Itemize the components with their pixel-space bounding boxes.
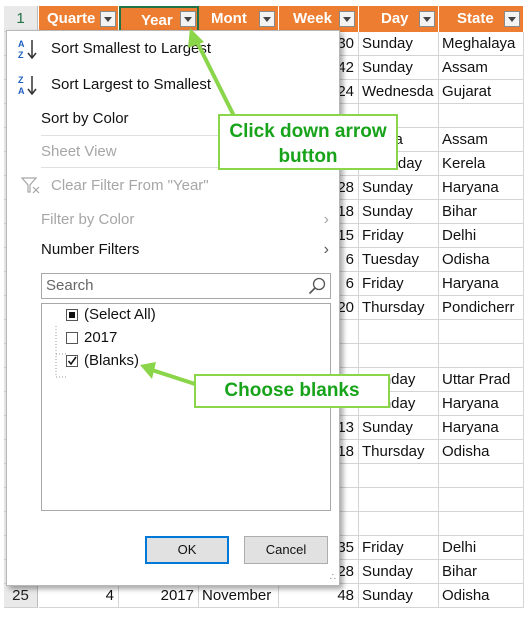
month-filter-dropdown[interactable]: [259, 11, 275, 27]
cell-state[interactable]: Bihar: [439, 200, 524, 224]
value-2017-checkbox[interactable]: [66, 332, 78, 344]
callout-top-text: Click down arrow button: [229, 121, 387, 167]
cell-state[interactable]: [439, 104, 524, 128]
cell-state[interactable]: Haryana: [439, 176, 524, 200]
cell-state[interactable]: Haryana: [439, 416, 524, 440]
sheet-view-label: Sheet View: [41, 143, 117, 160]
sort-ascending-icon: AZ: [17, 37, 39, 61]
ok-button[interactable]: OK: [145, 536, 229, 564]
cell-day[interactable]: Sunday: [359, 32, 439, 56]
select-all-checkbox[interactable]: [66, 309, 78, 321]
cell-day[interactable]: [359, 320, 439, 344]
filter-by-color-item: Filter by Color ›: [7, 206, 339, 234]
cell-state[interactable]: Delhi: [439, 224, 524, 248]
cell-day[interactable]: Sunday: [359, 200, 439, 224]
svg-text:A: A: [18, 86, 25, 96]
cell-state[interactable]: Assam: [439, 56, 524, 80]
cell-state[interactable]: Gujarat: [439, 80, 524, 104]
cell-week[interactable]: 48: [279, 584, 359, 608]
cell-state[interactable]: Kerela: [439, 152, 524, 176]
cell-day[interactable]: Sunday: [359, 584, 439, 608]
cell-state[interactable]: Uttar Prad: [439, 368, 524, 392]
cell-day[interactable]: [359, 512, 439, 536]
cell-state[interactable]: Meghalaya: [439, 32, 524, 56]
checkmark-icon: [67, 356, 77, 366]
cell-day[interactable]: Sunday: [359, 416, 439, 440]
sort-by-color-label: Sort by Color: [41, 110, 129, 127]
cell-month[interactable]: November: [199, 584, 279, 608]
cancel-button[interactable]: Cancel: [244, 536, 328, 564]
cell-state[interactable]: Haryana: [439, 272, 524, 296]
day-filter-dropdown[interactable]: [419, 11, 435, 27]
year-filter-dropdown[interactable]: [180, 11, 196, 27]
cell-state[interactable]: Assam: [439, 128, 524, 152]
filter-by-color-label: Filter by Color: [41, 211, 135, 228]
cell-state[interactable]: Odisha: [439, 248, 524, 272]
cell-state[interactable]: Odisha: [439, 584, 524, 608]
blanks-label[interactable]: (Blanks): [84, 352, 139, 369]
callout-bottom-text: Choose blanks: [224, 380, 360, 401]
select-all-label[interactable]: (Select All): [84, 306, 156, 323]
cell-state[interactable]: Pondicherr: [439, 296, 524, 320]
quarter-filter-dropdown[interactable]: [100, 11, 116, 27]
cell-day[interactable]: Thursday: [359, 440, 439, 464]
number-filters-item[interactable]: Number Filters ›: [7, 236, 339, 264]
cell-state[interactable]: Haryana: [439, 392, 524, 416]
cell-day[interactable]: Friday: [359, 272, 439, 296]
cell-day[interactable]: [359, 464, 439, 488]
clear-filter-label: Clear Filter From "Year": [51, 177, 209, 194]
cell-quarter[interactable]: 4: [39, 584, 119, 608]
callout-click-arrow: Click down arrow button: [218, 114, 398, 170]
state-filter-dropdown[interactable]: [504, 11, 520, 27]
cell-day[interactable]: [359, 488, 439, 512]
sort-ascending-item[interactable]: AZ Sort Smallest to Largest: [7, 35, 339, 63]
chevron-right-icon: ›: [323, 241, 329, 258]
week-filter-dropdown[interactable]: [339, 11, 355, 27]
svg-text:Z: Z: [18, 75, 24, 85]
cell-state[interactable]: [439, 512, 524, 536]
row-header-1[interactable]: 1: [4, 6, 38, 32]
cell-state[interactable]: [439, 464, 524, 488]
cell-state[interactable]: [439, 344, 524, 368]
cell-day[interactable]: Tuesday: [359, 248, 439, 272]
search-placeholder: Search: [46, 277, 94, 294]
cell-day[interactable]: Sunday: [359, 560, 439, 584]
svg-text:Z: Z: [18, 50, 24, 60]
filter-search-input[interactable]: Search: [41, 273, 331, 299]
cell-state[interactable]: Odisha: [439, 440, 524, 464]
cell-day[interactable]: [359, 344, 439, 368]
sort-descending-icon: ZA: [17, 73, 39, 97]
clear-filter-icon: [20, 177, 41, 195]
cell-year[interactable]: 2017: [119, 584, 199, 608]
cell-day[interactable]: Friday: [359, 224, 439, 248]
cell-state[interactable]: [439, 320, 524, 344]
svg-text:A: A: [18, 39, 25, 49]
cell-state[interactable]: Bihar: [439, 560, 524, 584]
row-header-25[interactable]: 25: [4, 584, 38, 608]
clear-filter-item: Clear Filter From "Year": [7, 172, 339, 200]
sort-ascending-label: Sort Smallest to Largest: [51, 40, 212, 57]
callout-choose-blanks: Choose blanks: [194, 374, 390, 408]
cell-state[interactable]: Delhi: [439, 536, 524, 560]
cell-day[interactable]: Sunday: [359, 56, 439, 80]
cell-day[interactable]: Thursday: [359, 296, 439, 320]
cell-day[interactable]: Friday: [359, 536, 439, 560]
number-filters-label: Number Filters: [41, 241, 140, 258]
chevron-right-icon: ›: [323, 211, 329, 228]
cell-day[interactable]: Wednesda: [359, 80, 439, 104]
value-2017-label[interactable]: 2017: [84, 329, 117, 346]
blanks-checkbox[interactable]: [66, 355, 78, 367]
cell-day[interactable]: Sunday: [359, 176, 439, 200]
search-icon: [308, 277, 326, 295]
sort-descending-label: Sort Largest to Smallest: [51, 76, 212, 93]
sort-descending-item[interactable]: ZA Sort Largest to Smallest: [7, 71, 339, 99]
cell-state[interactable]: [439, 488, 524, 512]
resize-grip-icon[interactable]: ∴: [330, 573, 336, 583]
